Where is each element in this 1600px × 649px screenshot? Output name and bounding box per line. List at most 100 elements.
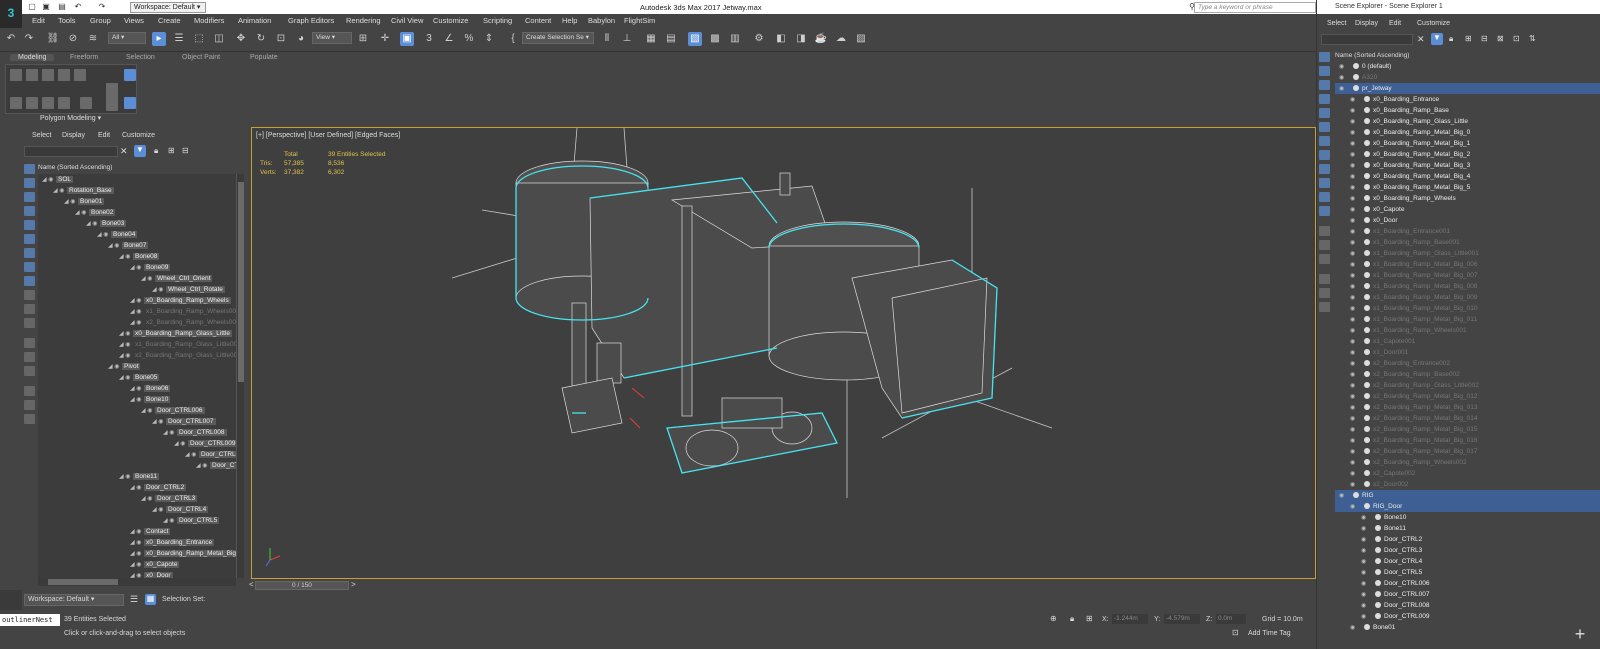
- display-bones-icon[interactable]: [24, 276, 35, 286]
- rp-collapse-icon[interactable]: ⊡: [1513, 34, 1520, 43]
- menu-modifiers[interactable]: Modifiers: [194, 16, 224, 25]
- ribbon-tab-object-paint[interactable]: Object Paint: [182, 54, 220, 61]
- le-tree-row[interactable]: ◢ ◉ Wheel_Ctrl_Rotate: [152, 284, 225, 295]
- rp-shapes-icon[interactable]: [1319, 66, 1330, 76]
- le-search-input[interactable]: [24, 146, 118, 157]
- reference-coordinate-dropdown[interactable]: View ▾: [312, 32, 352, 44]
- redo-icon[interactable]: ↷: [22, 32, 36, 46]
- link-icon[interactable]: ⛓: [46, 32, 60, 46]
- rp-tree-row[interactable]: ◉ x0_Boarding_Ramp_Metal_Big_3: [1335, 160, 1600, 171]
- rp-funnel-icon[interactable]: [1319, 274, 1330, 284]
- rp-tree-row[interactable]: ◉ x1_Boarding_Ramp_Base001: [1335, 237, 1600, 248]
- rp-containers-icon[interactable]: [1319, 178, 1330, 188]
- vertex-icon[interactable]: [10, 69, 22, 81]
- edge-icon[interactable]: [26, 69, 38, 81]
- rp-tree-row[interactable]: ◉ x2_Boarding_Ramp_Base002: [1335, 369, 1600, 380]
- menu-flightsim[interactable]: FlightSim: [624, 16, 655, 25]
- rp-bones-icon[interactable]: [1319, 164, 1330, 174]
- le-tree-row[interactable]: ◢ ◉ x2_Boarding_Ramp_Glass_Little002: [119, 350, 238, 361]
- rp-hidden-icon[interactable]: [1319, 206, 1330, 216]
- pivot-center-icon[interactable]: ⊞: [356, 32, 370, 46]
- rp-tree-row[interactable]: ◉ x2_Boarding_Ramp_Metal_Big_016: [1335, 435, 1600, 446]
- search-icon[interactable]: ⚲: [1186, 1, 1198, 13]
- rp-tree-row[interactable]: ◉ Bone11: [1335, 523, 1600, 534]
- rp-cameras-icon[interactable]: [1319, 94, 1330, 104]
- rp-tree-row[interactable]: ◉ x1_Boarding_Ramp_Glass_Little001: [1335, 248, 1600, 259]
- rp-tree-row[interactable]: ◉ x2_Door002: [1335, 479, 1600, 490]
- time-tag-icon[interactable]: ⊡: [1232, 628, 1239, 637]
- rp-tree-row[interactable]: ◉ x0_Boarding_Entrance: [1335, 94, 1600, 105]
- rp-column-header[interactable]: Name (Sorted Ascending): [1335, 52, 1409, 59]
- rp-tree-row[interactable]: ◉ x0_Boarding_Ramp_Base: [1335, 105, 1600, 116]
- rp-tree-row[interactable]: ◉ Door_CTRL008: [1335, 600, 1600, 611]
- menu-content[interactable]: Content: [525, 16, 551, 25]
- rp-geometry-icon[interactable]: [1319, 52, 1330, 62]
- rp-tree-row[interactable]: ◉ x1_Door001: [1335, 347, 1600, 358]
- y-coordinate-field[interactable]: -4.579m: [1164, 614, 1200, 624]
- display-cameras-icon[interactable]: [24, 206, 35, 216]
- menu-views[interactable]: Views: [124, 16, 144, 25]
- rp-tree-row[interactable]: ◉ Door_CTRL4: [1335, 556, 1600, 567]
- rp-tree-row[interactable]: ◉ x2_Boarding_Ramp_Metal_Big_013: [1335, 402, 1600, 413]
- rp-tree-row[interactable]: ◉ Door_CTRL5: [1335, 567, 1600, 578]
- le-tree-row[interactable]: ◢ ◉ x0_Boarding_Ramp_Metal_Big: [130, 548, 238, 559]
- le-tree-row[interactable]: ◢ ◉ Pivot: [108, 361, 141, 372]
- le-tree-row[interactable]: ◢ ◉ x0_Boarding_Ramp_Wheels: [130, 295, 231, 306]
- rp-tree-row[interactable]: ◉ Bone01: [1335, 622, 1600, 633]
- rp-tree-row[interactable]: ◉ x0_Boarding_Ramp_Wheels: [1335, 193, 1600, 204]
- rp-tree-row[interactable]: ◉ x1_Boarding_Ramp_Metal_Big_007: [1335, 270, 1600, 281]
- display-none-icon[interactable]: [24, 352, 35, 362]
- scale-icon[interactable]: ⊡: [274, 32, 288, 46]
- le-menu-customize[interactable]: Customize: [122, 132, 155, 139]
- le-tree-row[interactable]: ◢ ◉ Bone10: [130, 394, 171, 405]
- menu-help[interactable]: Help: [562, 16, 577, 25]
- toggle-ribbon-icon[interactable]: ▤: [664, 32, 678, 46]
- new-file-icon[interactable]: ▢: [26, 1, 38, 13]
- menu-civil-view[interactable]: Civil View: [391, 16, 423, 25]
- rp-display-all-icon[interactable]: [1319, 226, 1330, 236]
- invert-icon[interactable]: [24, 366, 35, 376]
- le-tree-row[interactable]: ◢ ◉ Bone04: [97, 229, 138, 240]
- open-file-icon[interactable]: ▣: [40, 1, 52, 13]
- rp-tree-row[interactable]: ◉ x2_Boarding_Ramp_Metal_Big_012: [1335, 391, 1600, 402]
- le-tree-row[interactable]: ◢ ◉ x1_Boarding_Ramp_Wheels001: [130, 306, 238, 317]
- le-tree-row[interactable]: ◢ ◉ Bone02: [75, 207, 116, 218]
- preview-icon[interactable]: [80, 97, 92, 109]
- rp-clear-search-icon[interactable]: ✕: [1417, 34, 1425, 45]
- rendered-frame-window-icon[interactable]: ◧: [774, 32, 788, 46]
- layers-icon[interactable]: ⊟: [182, 146, 189, 155]
- element-icon[interactable]: [74, 69, 86, 81]
- rp-tree-row[interactable]: ◉ x1_Capote001: [1335, 336, 1600, 347]
- placement-icon[interactable]: ◕: [294, 32, 308, 46]
- menu-edit[interactable]: Edit: [32, 16, 45, 25]
- le-tree-row[interactable]: ◢ ◉ x2_Boarding_Ramp_Wheels002: [130, 317, 238, 328]
- le-tree-row[interactable]: ◢ ◉ Bone09: [130, 262, 171, 273]
- folder-icon[interactable]: [24, 414, 35, 424]
- menu-rendering[interactable]: Rendering: [346, 16, 381, 25]
- le-tree-row[interactable]: ◢ ◉ Door_CTRL006: [141, 405, 205, 416]
- menu-graph-editors[interactable]: Graph Editors: [288, 16, 334, 25]
- undo-icon[interactable]: ↶: [4, 32, 18, 46]
- funnel-icon[interactable]: [24, 400, 35, 410]
- filter-funnel-icon[interactable]: [24, 386, 35, 396]
- rp-tree-row[interactable]: ◉ x0_Boarding_Ramp_Metal_Big_4: [1335, 171, 1600, 182]
- rp-display-none-icon[interactable]: [1319, 240, 1330, 250]
- polygon-icon[interactable]: [58, 69, 70, 81]
- rp-menu-edit[interactable]: Edit: [1389, 20, 1401, 27]
- le-hscrollbar[interactable]: [38, 578, 236, 586]
- rp-xrefs-icon[interactable]: [1319, 150, 1330, 160]
- le-scroll-thumb[interactable]: [238, 182, 244, 382]
- rp-tree-row[interactable]: ◉ pr_Jetway: [1335, 83, 1600, 94]
- le-tree-row[interactable]: ◢ ◉ Door_CTRL008: [163, 427, 227, 438]
- le-tree-row[interactable]: ◢ ◉ SOL: [42, 174, 74, 185]
- display-helpers-icon[interactable]: [24, 220, 35, 230]
- render-iterative-icon[interactable]: ☕: [814, 32, 828, 46]
- rp-layers-icon[interactable]: ⊟: [1481, 34, 1488, 43]
- rp-tree-row[interactable]: ◉ x1_Boarding_Ramp_Metal_Big_010: [1335, 303, 1600, 314]
- display-geometry-icon[interactable]: [24, 164, 35, 174]
- ribbon-tab-populate[interactable]: Populate: [250, 54, 278, 61]
- modify-mode-icon[interactable]: [106, 83, 118, 111]
- le-tree-row[interactable]: ◢ ◉ Door_CTRL4: [152, 504, 209, 515]
- curve-editor-icon[interactable]: ▧: [688, 32, 702, 46]
- display-frozen-icon[interactable]: [24, 304, 35, 314]
